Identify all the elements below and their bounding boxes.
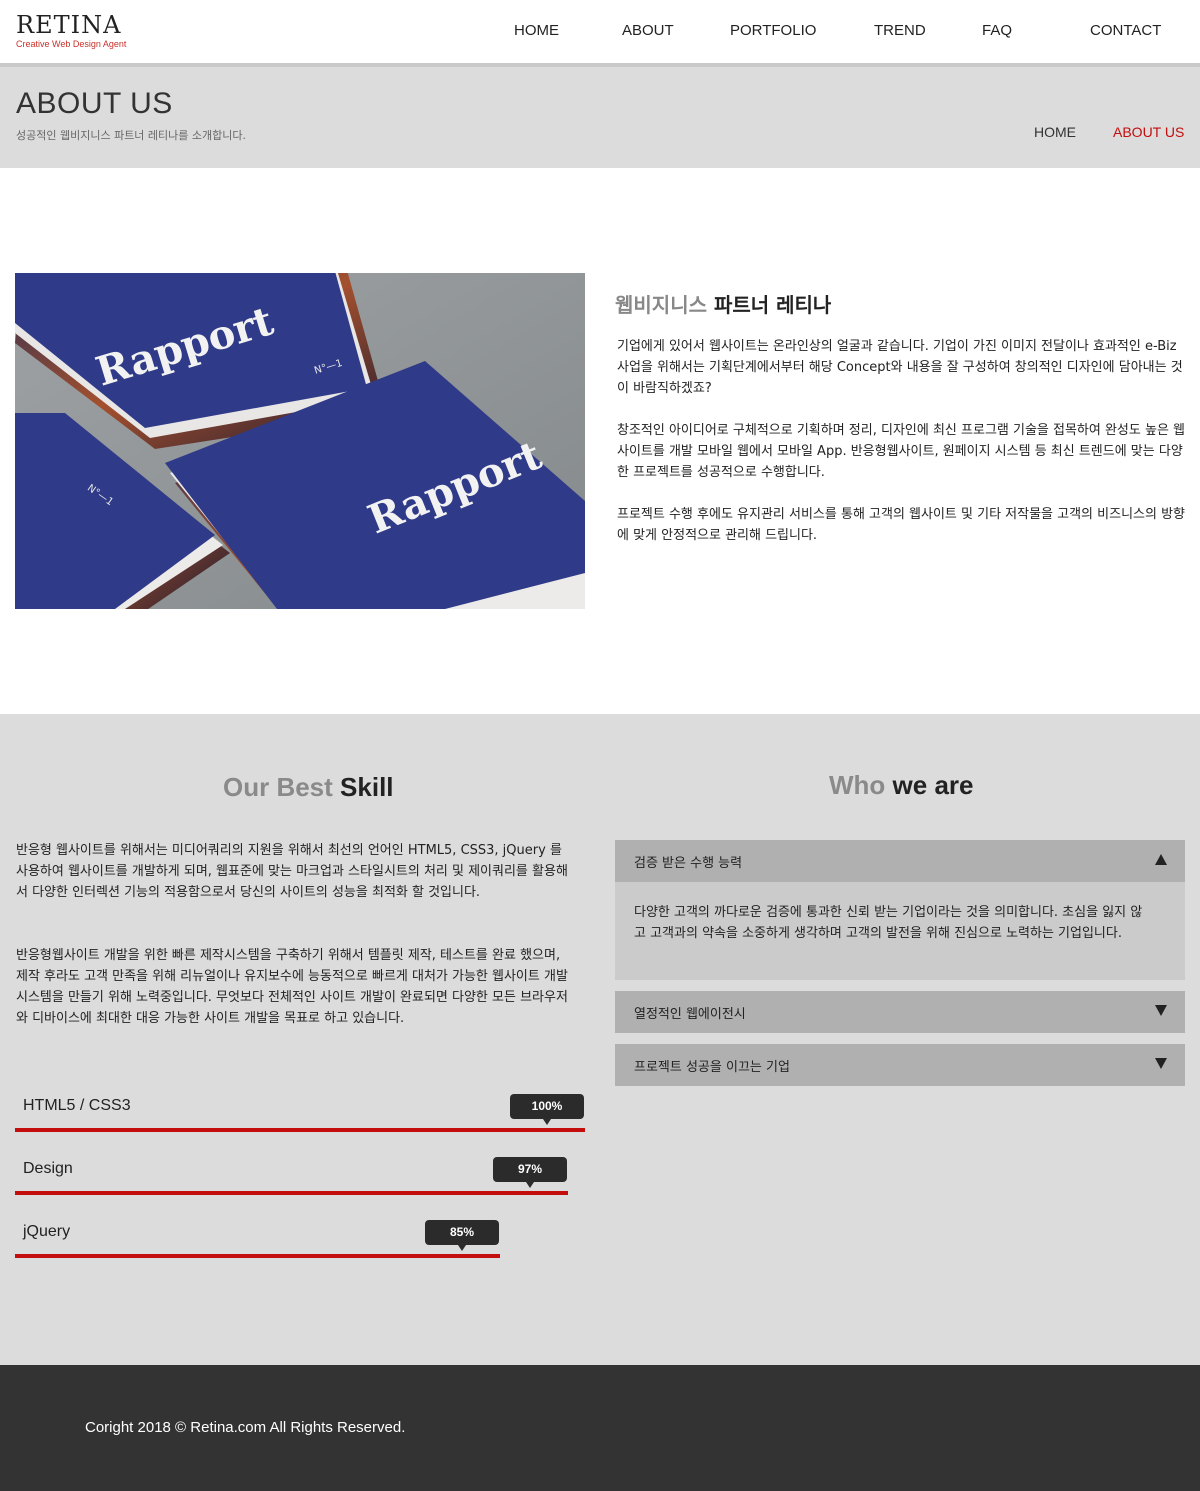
brochure-photo: Rapport Rapport N°—1 N°—1 xyxy=(15,273,585,609)
skills-title-light: Our Best xyxy=(223,772,333,802)
skill-name: jQuery xyxy=(23,1223,71,1240)
skill-percent-badge: 97% xyxy=(493,1157,567,1188)
triangle-down-icon[interactable] xyxy=(1155,1005,1167,1016)
accordion-label: 프로젝트 성공을 이끄는 기업 xyxy=(634,1060,790,1075)
skills-paragraph-2: 반응형웹사이트 개발을 위한 빠른 제작시스템을 구축하기 위해서 템플릿 제작… xyxy=(16,948,568,1026)
triangle-down-icon[interactable] xyxy=(1155,1058,1167,1069)
skill-name: HTML5 / CSS3 xyxy=(23,1097,131,1114)
intro-heading-light: 웹비지니스 xyxy=(615,293,707,317)
accordion-item-passion[interactable]: 열정적인 웹에이전시 xyxy=(615,991,1185,1033)
skill-percent-badge: 85% xyxy=(425,1220,499,1251)
accordion-panel-capability: 다양한 고객의 까다로운 검증에 통과한 신뢰 받는 기업이라는 것을 의미합니… xyxy=(615,882,1185,980)
skills-title: Our Best Skill xyxy=(223,772,394,803)
who-title-dark: we are xyxy=(892,770,974,800)
breadcrumb-home[interactable]: HOME xyxy=(1034,124,1076,140)
accordion-panel-text: 다양한 고객의 까다로운 검증에 통과한 신뢰 받는 기업이라는 것을 의미합니… xyxy=(634,905,1143,941)
accordion-item-success[interactable]: 프로젝트 성공을 이끄는 기업 xyxy=(615,1044,1185,1086)
skill-progress-bar xyxy=(15,1128,585,1132)
who-title: Who we are xyxy=(829,770,974,801)
breadcrumb-current[interactable]: ABOUT US xyxy=(1113,124,1184,140)
skills-title-dark: Skill xyxy=(340,772,394,802)
nav-trend[interactable]: TREND xyxy=(874,22,926,39)
skill-progress-bar xyxy=(15,1191,568,1195)
intro-paragraph-2: 창조적인 아이디어로 구체적으로 기획하며 정리, 디자인에 최신 프로그램 기… xyxy=(617,423,1186,480)
page-title-band: ABOUT US 성공적인 웹비지니스 파트너 레티나를 소개합니다. HOME… xyxy=(0,67,1200,168)
brochure-illustration: Rapport Rapport N°—1 N°—1 xyxy=(15,273,585,609)
skill-name: Design xyxy=(23,1160,73,1177)
site-footer: Coright 2018 © Retina.com All Rights Res… xyxy=(0,1365,1200,1491)
accordion-label: 열정적인 웹에이전시 xyxy=(634,1007,746,1022)
logo-title: RETINA xyxy=(16,11,122,39)
nav-home[interactable]: HOME xyxy=(514,22,559,39)
copyright-text: Coright 2018 © Retina.com All Rights Res… xyxy=(85,1419,406,1436)
triangle-up-icon[interactable] xyxy=(1155,854,1167,865)
intro-paragraph-3: 프로젝트 수행 후에도 유지관리 서비스를 통해 고객의 웹사이트 및 기타 저… xyxy=(617,507,1186,543)
skill-progress-bar xyxy=(15,1254,500,1258)
skills-section xyxy=(0,714,1200,1365)
nav-about[interactable]: ABOUT xyxy=(622,22,674,39)
logo[interactable]: RETINA Creative Web Design Agent xyxy=(16,12,126,49)
nav-faq[interactable]: FAQ xyxy=(982,22,1012,39)
intro-paragraph-1: 기업에게 있어서 웹사이트는 온라인상의 얼굴과 같습니다. 기업이 가진 이미… xyxy=(617,339,1183,396)
site-header: RETINA Creative Web Design Agent HOME AB… xyxy=(0,0,1200,63)
accordion-item-capability[interactable]: 검증 받은 수행 능력 xyxy=(615,840,1185,882)
page-subtitle: 성공적인 웹비지니스 파트너 레티나를 소개합니다. xyxy=(16,129,247,142)
skills-paragraph-1: 반응형 웹사이트를 위해서는 미디어쿼리의 지원을 위해서 최선의 언어인 HT… xyxy=(16,843,568,900)
intro-heading-dark: 파트너 레티나 xyxy=(713,293,832,317)
nav-portfolio[interactable]: PORTFOLIO xyxy=(730,22,816,39)
intro-heading: 웹비지니스 파트너 레티나 xyxy=(615,289,831,318)
who-title-light: Who xyxy=(829,770,886,800)
logo-subtitle: Creative Web Design Agent xyxy=(16,39,127,49)
accordion-label: 검증 받은 수행 능력 xyxy=(634,856,743,871)
page-title: ABOUT US xyxy=(16,87,173,120)
nav-contact[interactable]: CONTACT xyxy=(1090,22,1161,39)
skill-percent-badge: 100% xyxy=(510,1094,584,1125)
